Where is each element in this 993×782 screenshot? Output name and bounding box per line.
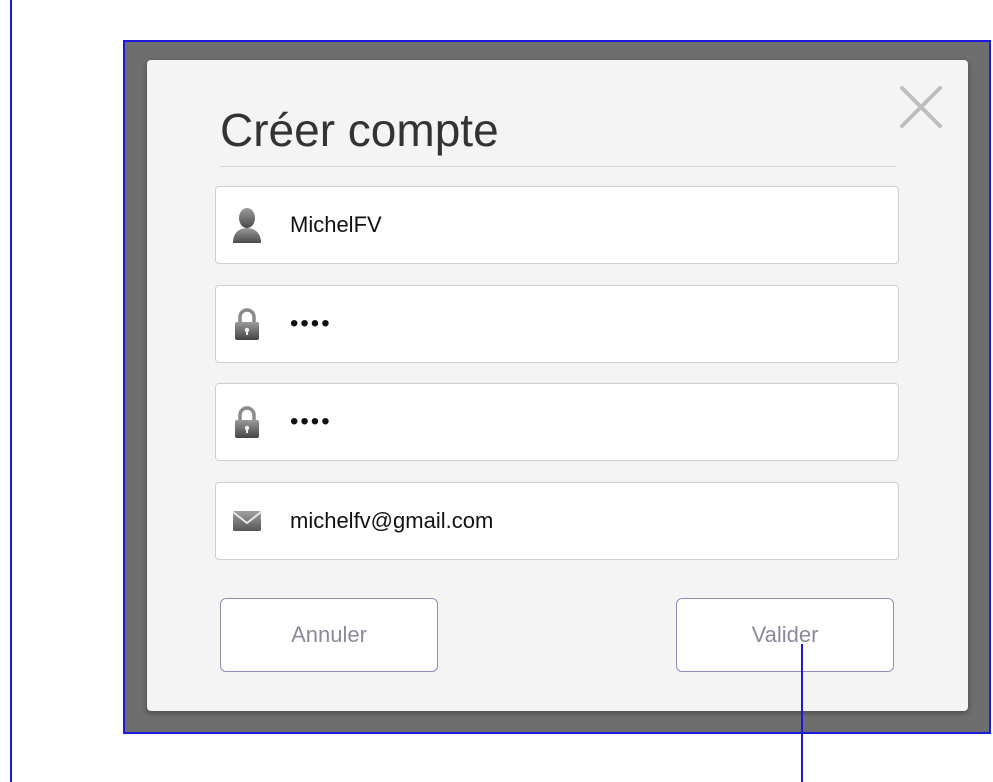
- email-input[interactable]: [290, 508, 850, 534]
- envelope-icon: [232, 501, 262, 541]
- title-divider: [220, 166, 896, 167]
- password-confirm-field[interactable]: [215, 383, 899, 461]
- user-icon: [232, 205, 262, 245]
- screen: Créer compte MichelFV michelfv@gmail.com…: [0, 0, 993, 782]
- create-account-dialog: Créer compte MichelFV michelfv@gmail.com…: [147, 60, 968, 711]
- password-confirm-input[interactable]: [290, 408, 850, 436]
- cancel-button[interactable]: Annuler: [220, 598, 438, 672]
- password-input[interactable]: [290, 310, 850, 338]
- lock-icon: [232, 304, 262, 344]
- close-x-icon: [900, 86, 942, 128]
- dialog-title: Créer compte: [220, 104, 499, 156]
- lock-icon: [232, 402, 262, 442]
- username-input[interactable]: [290, 212, 850, 238]
- password-field[interactable]: [215, 285, 899, 363]
- guide-line-left: [10, 0, 12, 782]
- submit-button[interactable]: Valider: [676, 598, 894, 672]
- close-button[interactable]: [896, 82, 946, 132]
- username-field[interactable]: [215, 186, 899, 264]
- email-field[interactable]: [215, 482, 899, 560]
- guide-line-bottom: [801, 644, 803, 782]
